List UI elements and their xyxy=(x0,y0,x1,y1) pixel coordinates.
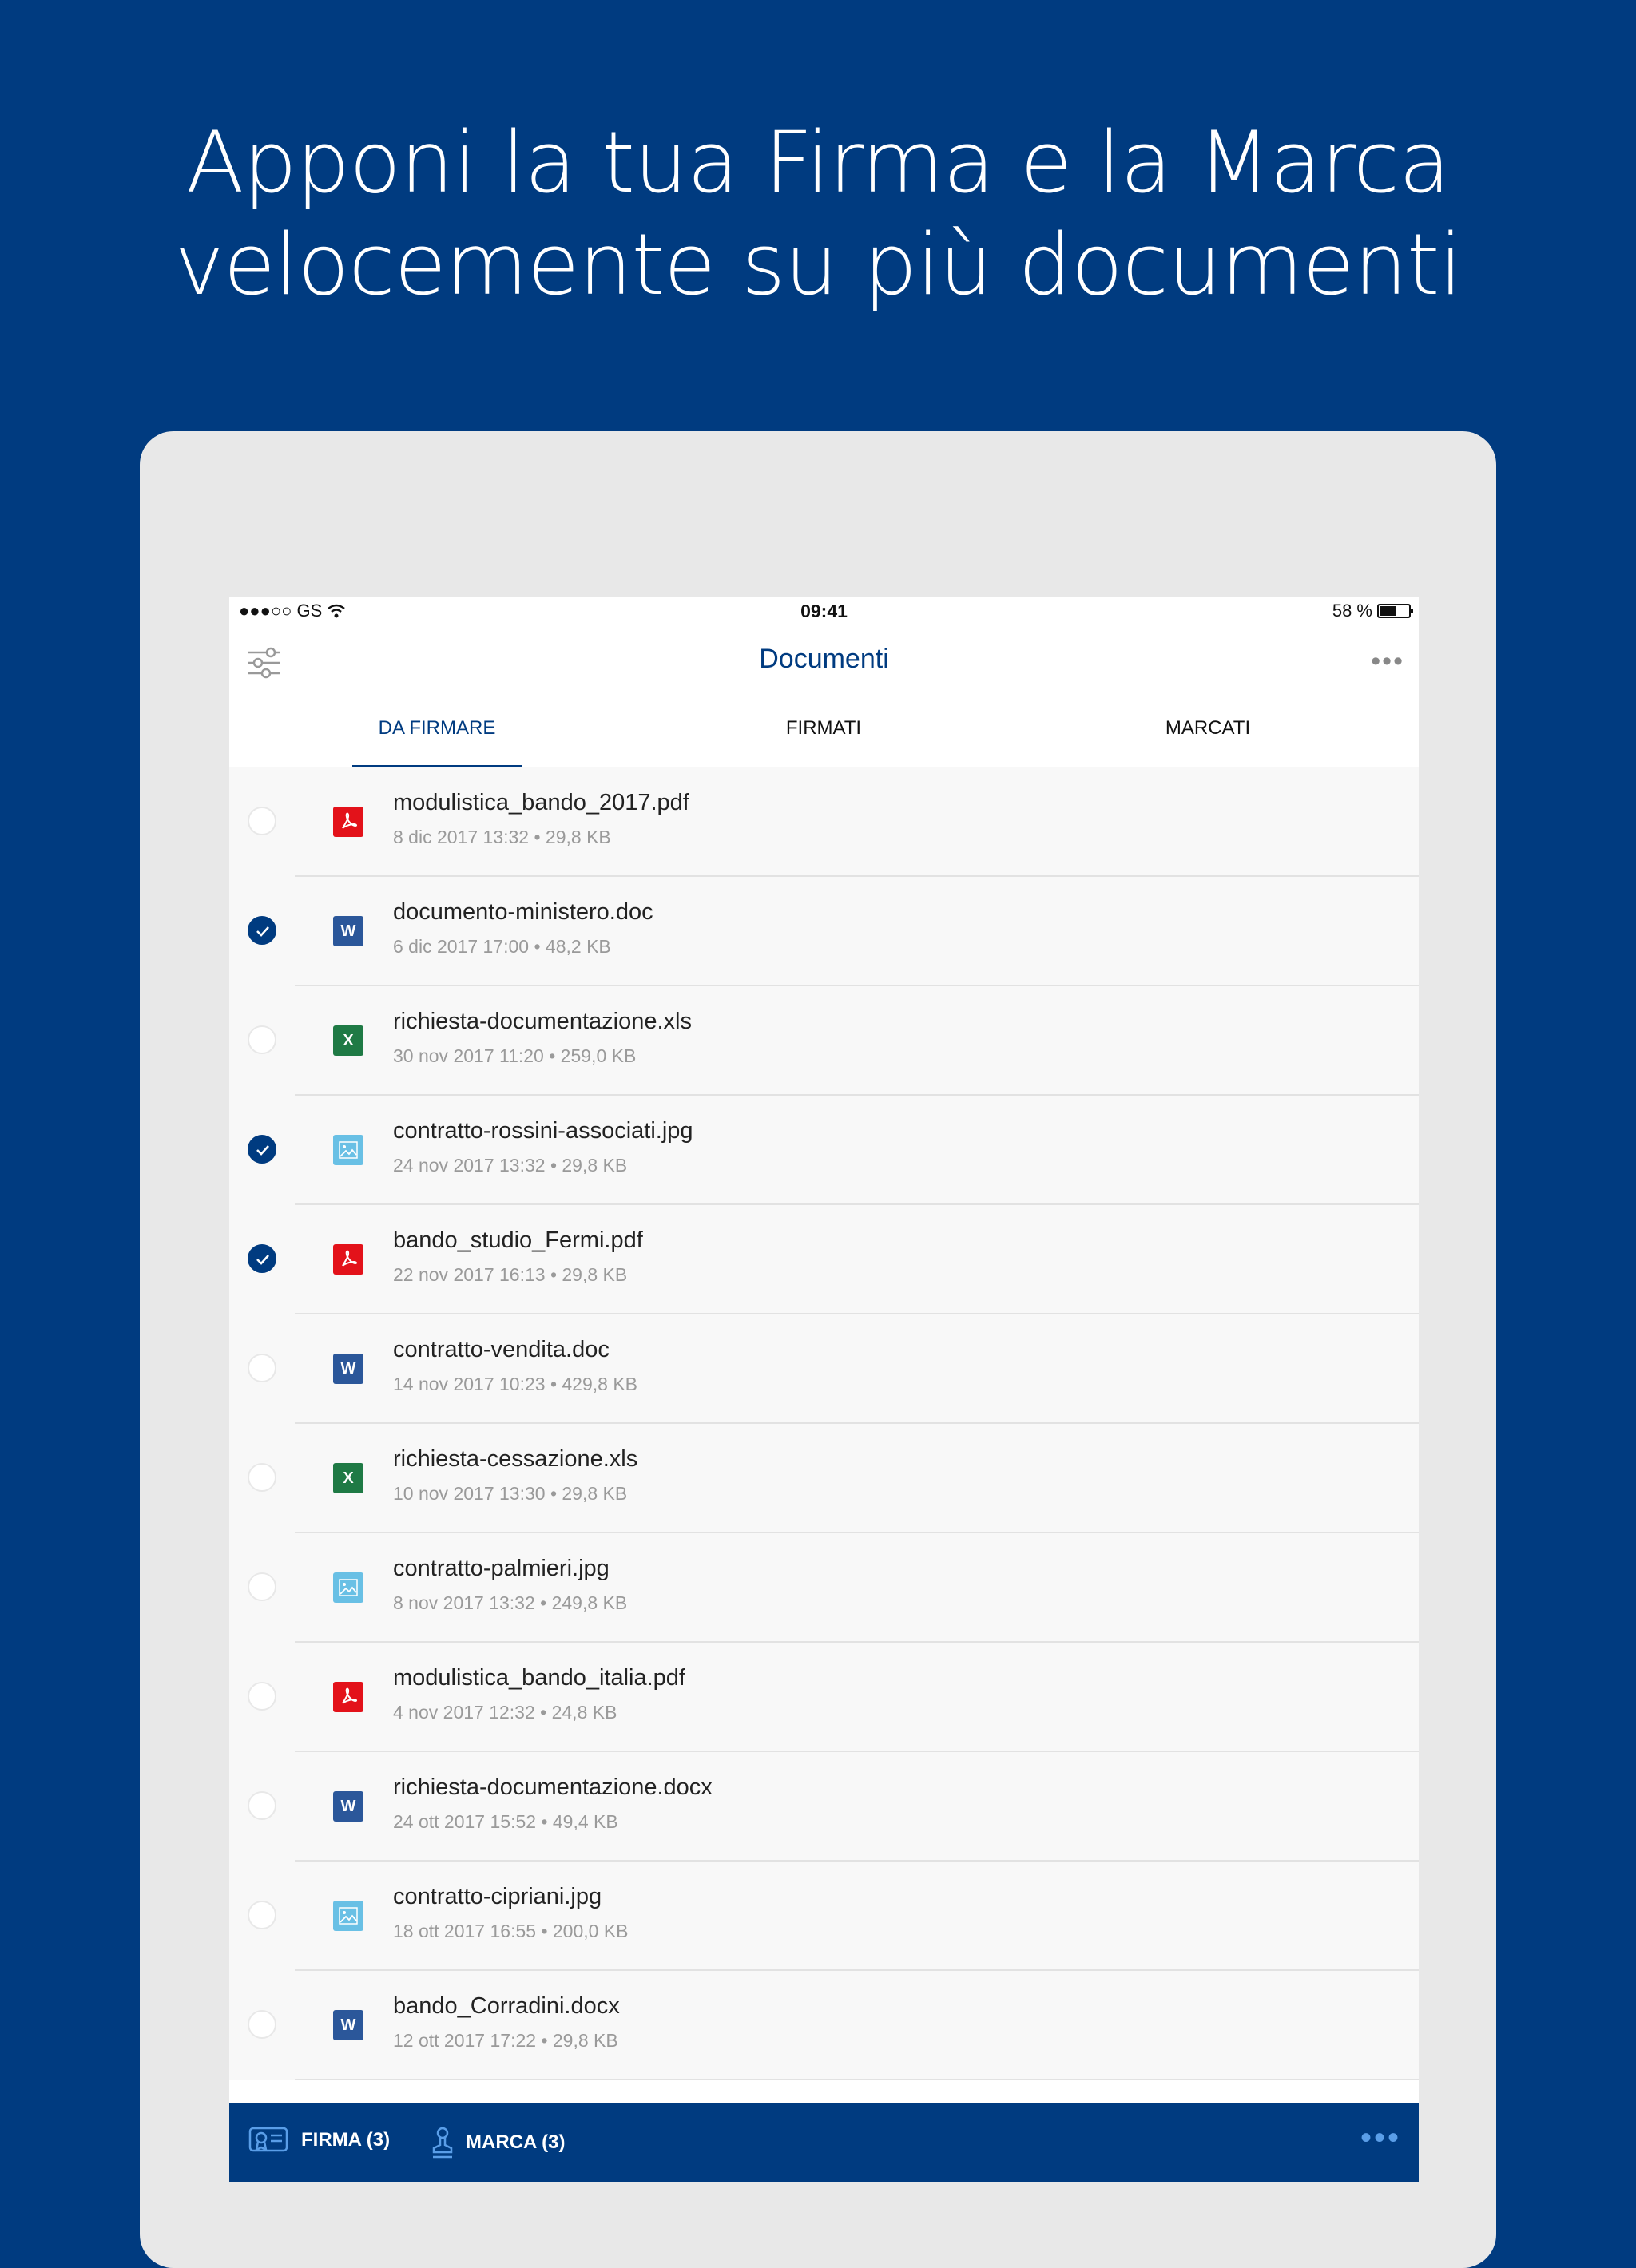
file-name: modulistica_bando_italia.pdf xyxy=(393,1665,685,1691)
file-meta: 14 nov 2017 10:23 • 429,8 KB xyxy=(393,1374,638,1394)
firma-button[interactable]: FIRMA (3) xyxy=(248,2126,390,2155)
headline-line-2: velocemente su più documenti xyxy=(174,216,1463,314)
xls-file-icon: X xyxy=(333,1025,363,1056)
jpg-file-icon xyxy=(333,1901,363,1931)
list-item[interactable]: contratto-palmieri.jpg 8 nov 2017 13:32 •… xyxy=(229,1533,1419,1643)
file-meta: 22 nov 2017 16:13 • 29,8 KB xyxy=(393,1264,628,1285)
row-divider xyxy=(295,2079,1419,2080)
document-list: modulistica_bando_2017.pdf 8 dic 2017 13:… xyxy=(229,767,1419,2080)
list-item[interactable]: modulistica_bando_italia.pdf 4 nov 2017 1… xyxy=(229,1643,1419,1752)
headline: Apponi la tua Firma e la Marca velocemen… xyxy=(0,112,1636,316)
file-name: contratto-cipriani.jpg xyxy=(393,1884,602,1909)
headline-line-1: Apponi la tua Firma e la Marca xyxy=(186,113,1451,212)
stamp-icon xyxy=(432,2127,453,2159)
checkbox-checked[interactable] xyxy=(248,1244,276,1273)
file-meta: 24 nov 2017 13:32 • 29,8 KB xyxy=(393,1155,628,1176)
file-name: richiesta-cessazione.xls xyxy=(393,1446,638,1472)
checkbox-unchecked[interactable] xyxy=(248,1901,276,1929)
tab-da-firmare[interactable]: DA FIRMARE xyxy=(317,717,557,739)
tab-bar: DA FIRMARE FIRMATI MARCATI xyxy=(229,693,1419,768)
checkbox-unchecked[interactable] xyxy=(248,807,276,835)
battery-icon xyxy=(1377,604,1413,618)
list-item[interactable]: Wcontratto-vendita.doc 14 nov 2017 10:23 … xyxy=(229,1314,1419,1424)
file-name: contratto-palmieri.jpg xyxy=(393,1556,610,1581)
checkbox-unchecked[interactable] xyxy=(248,1682,276,1711)
app-screen: ●●●○○ GS 09:41 58 % Documenti ••• DA FIR… xyxy=(229,597,1419,2182)
firma-label: FIRMA (3) xyxy=(301,2129,391,2151)
doc-file-icon: W xyxy=(333,1791,363,1822)
doc-file-icon: W xyxy=(333,1354,363,1384)
file-name: documento-ministero.doc xyxy=(393,899,653,925)
checkmark-icon xyxy=(256,1255,269,1265)
pdf-file-icon xyxy=(333,1682,363,1712)
list-item[interactable]: Xrichiesta-documentazione.xls 30 nov 2017… xyxy=(229,986,1419,1096)
list-item[interactable]: Wbando_Corradini.docx 12 ott 2017 17:22 •… xyxy=(229,1971,1419,2080)
battery-percent: 58 % xyxy=(1332,601,1372,621)
xls-file-icon: X xyxy=(333,1463,363,1493)
doc-file-icon: W xyxy=(333,916,363,946)
file-meta: 10 nov 2017 13:30 • 29,8 KB xyxy=(393,1483,628,1504)
pdf-file-icon xyxy=(333,807,363,837)
list-item[interactable]: contratto-cipriani.jpg 18 ott 2017 16:55 … xyxy=(229,1862,1419,1971)
file-meta: 24 ott 2017 15:52 • 49,4 KB xyxy=(393,1811,618,1832)
file-name: modulistica_bando_2017.pdf xyxy=(393,790,689,815)
checkbox-unchecked[interactable] xyxy=(248,1791,276,1820)
tab-firmati[interactable]: FIRMATI xyxy=(704,717,943,739)
file-name: richiesta-documentazione.xls xyxy=(393,1009,692,1034)
status-time: 09:41 xyxy=(800,601,848,621)
file-meta: 6 dic 2017 17:00 • 48,2 KB xyxy=(393,936,611,957)
file-meta: 12 ott 2017 17:22 • 29,8 KB xyxy=(393,2030,618,2051)
jpg-file-icon xyxy=(333,1572,363,1603)
checkbox-unchecked[interactable] xyxy=(248,1572,276,1601)
list-item[interactable]: contratto-rossini-associati.jpg 24 nov 20… xyxy=(229,1096,1419,1205)
page-title: Documenti xyxy=(759,644,889,674)
marca-label: MARCA (3) xyxy=(466,2131,566,2153)
file-name: contratto-vendita.doc xyxy=(393,1337,610,1362)
bottom-action-bar: FIRMA (3) MARCA (3) ••• xyxy=(229,2103,1419,2182)
file-meta: 8 nov 2017 13:32 • 249,8 KB xyxy=(393,1592,628,1613)
file-meta: 4 nov 2017 12:32 • 24,8 KB xyxy=(393,1702,617,1723)
tab-marcati[interactable]: MARCATI xyxy=(1088,717,1328,739)
file-meta: 8 dic 2017 13:32 • 29,8 KB xyxy=(393,827,611,847)
file-name: bando_Corradini.docx xyxy=(393,1993,620,2019)
status-bar: ●●●○○ GS 09:41 58 % xyxy=(229,597,1419,629)
list-item[interactable]: Wdocumento-ministero.doc 6 dic 2017 17:00… xyxy=(229,877,1419,986)
doc-file-icon: W xyxy=(333,2010,363,2040)
checkmark-icon xyxy=(256,1145,269,1156)
checkbox-unchecked[interactable] xyxy=(248,1025,276,1054)
file-meta: 18 ott 2017 16:55 • 200,0 KB xyxy=(393,1921,629,1941)
pdf-file-icon xyxy=(333,1244,363,1275)
list-item[interactable]: Xrichiesta-cessazione.xls 10 nov 2017 13:… xyxy=(229,1424,1419,1533)
checkbox-checked[interactable] xyxy=(248,1135,276,1164)
list-item[interactable]: Wrichiesta-documentazione.docx 24 ott 201… xyxy=(229,1752,1419,1862)
checkbox-unchecked[interactable] xyxy=(248,1463,276,1492)
file-meta: 30 nov 2017 11:20 • 259,0 KB xyxy=(393,1045,637,1066)
file-name: bando_studio_Fermi.pdf xyxy=(393,1227,643,1253)
checkbox-unchecked[interactable] xyxy=(248,1354,276,1382)
more-dots-icon[interactable]: ••• xyxy=(1360,2122,1401,2154)
more-dots-icon[interactable]: ••• xyxy=(1371,648,1404,675)
jpg-file-icon xyxy=(333,1135,363,1165)
checkmark-icon xyxy=(256,926,269,937)
marca-button[interactable]: MARCA (3) xyxy=(431,2126,565,2159)
certificate-icon xyxy=(248,2127,288,2152)
list-item[interactable]: modulistica_bando_2017.pdf 8 dic 2017 13:… xyxy=(229,767,1419,877)
status-battery-group: 58 % xyxy=(1332,601,1413,621)
checkbox-unchecked[interactable] xyxy=(248,2010,276,2039)
list-item[interactable]: bando_studio_Fermi.pdf 22 nov 2017 16:13 … xyxy=(229,1205,1419,1314)
checkbox-checked[interactable] xyxy=(248,916,276,945)
nav-bar: Documenti ••• xyxy=(229,629,1419,693)
file-name: richiesta-documentazione.docx xyxy=(393,1774,713,1800)
file-name: contratto-rossini-associati.jpg xyxy=(393,1118,693,1144)
